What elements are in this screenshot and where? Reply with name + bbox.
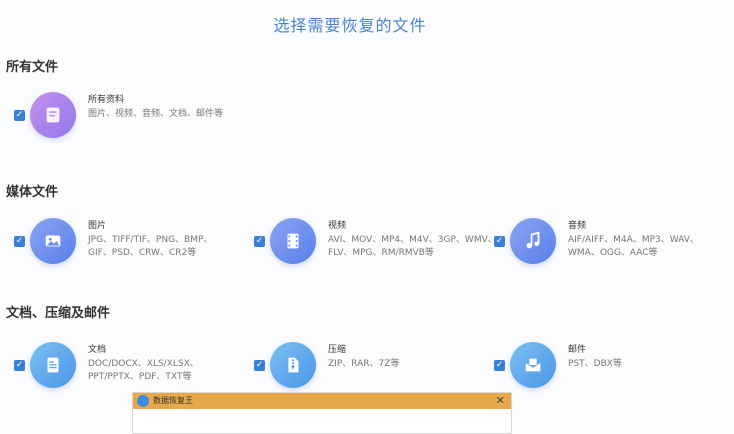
card-name: 文档 xyxy=(88,345,107,355)
card-desc: PST、DBX等 xyxy=(568,359,622,369)
dialog-title: 数据恢复王 xyxy=(153,396,193,405)
document-icon xyxy=(30,342,76,388)
card-name: 图片 xyxy=(88,221,107,231)
card-name: 邮件 xyxy=(568,345,587,355)
checkbox-audio[interactable]: ✓ xyxy=(494,236,505,247)
card-desc: DOC/DOCX、XLS/XLSX、PPT/PPTX、PDF、TXT等 xyxy=(88,359,199,382)
archive-icon xyxy=(270,342,316,388)
dialog-title-bar[interactable]: 数据恢复王 ✕ xyxy=(133,393,511,409)
image-icon xyxy=(30,218,76,264)
card-desc: JPG、TIFF/TIF、PNG、BMP、GIF、PSD、CRW、CR2等 xyxy=(88,235,213,258)
checkbox-video[interactable]: ✓ xyxy=(254,236,265,247)
recovery-dialog: 数据恢复王 ✕ xyxy=(132,392,512,434)
checkbox-all[interactable]: ✓ xyxy=(14,110,25,121)
music-icon xyxy=(510,218,556,264)
card-desc: AVI、MOV、MP4、M4V、3GP、WMV、FLV、MPG、RM/RMVB等 xyxy=(328,235,497,258)
app-logo-icon xyxy=(137,395,149,407)
section-title-docs-archives-mail: 文档、压缩及邮件 xyxy=(6,306,111,321)
card-desc: AIF/AIFF、M4A、MP3、WAV、WMA、OGG、AAC等 xyxy=(568,235,699,258)
card-name: 压缩 xyxy=(328,345,347,355)
mail-icon xyxy=(510,342,556,388)
card-name: 视频 xyxy=(328,221,347,231)
checkbox-mail[interactable]: ✓ xyxy=(494,360,505,371)
card-name: 音频 xyxy=(568,221,587,231)
checkbox-documents[interactable]: ✓ xyxy=(14,360,25,371)
video-icon xyxy=(270,218,316,264)
section-title-media-files: 媒体文件 xyxy=(6,185,59,200)
close-icon[interactable]: ✕ xyxy=(496,393,505,409)
card-desc: 图片、视频、音频、文档、邮件等 xyxy=(88,109,224,119)
checkbox-images[interactable]: ✓ xyxy=(14,236,25,247)
page-title: 选择需要恢复的文件 xyxy=(273,16,427,35)
all-files-icon xyxy=(30,92,76,138)
card-name: 所有资料 xyxy=(88,95,125,105)
card-desc: ZIP、RAR、7Z等 xyxy=(328,359,400,369)
checkbox-archives[interactable]: ✓ xyxy=(254,360,265,371)
section-title-all-files: 所有文件 xyxy=(6,60,59,75)
